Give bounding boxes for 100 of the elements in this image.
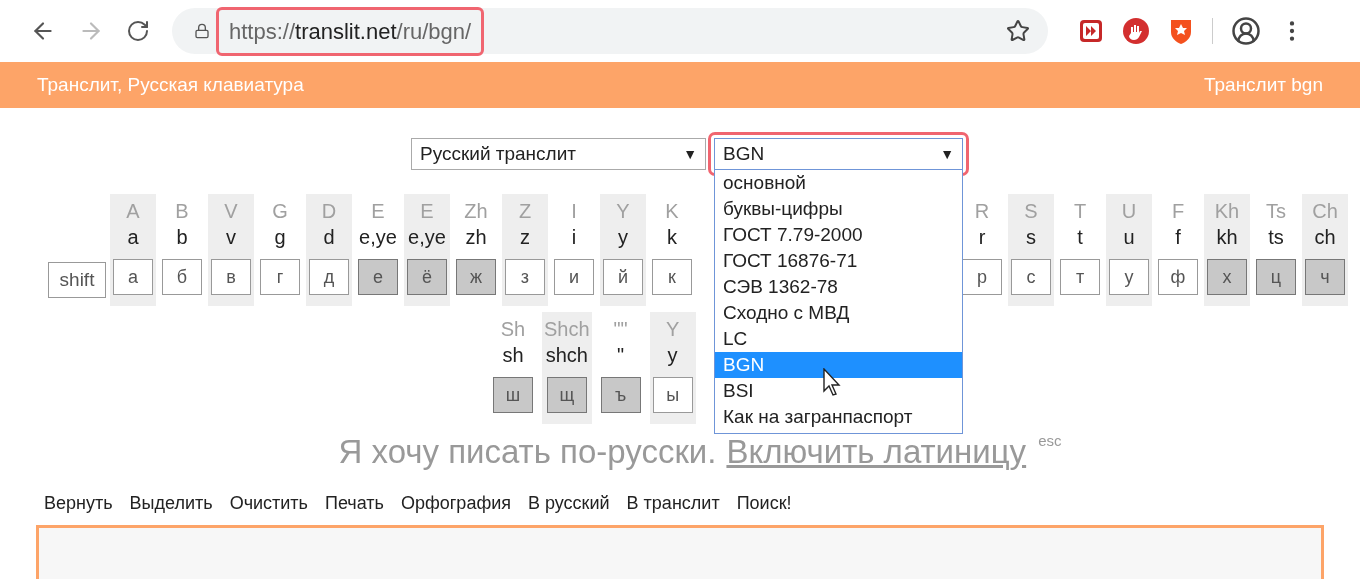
- dropdown-option[interactable]: LC: [715, 326, 962, 352]
- shift-key[interactable]: shift: [48, 262, 106, 298]
- dropdown-option[interactable]: основной: [715, 170, 962, 196]
- star-icon[interactable]: [1006, 19, 1030, 43]
- toolbar-link[interactable]: Поиск!: [736, 490, 792, 517]
- toolbar-link[interactable]: Печать: [325, 490, 384, 517]
- latin-upper: "": [613, 317, 628, 342]
- letter-key[interactable]: з: [505, 259, 545, 295]
- latin-upper: E: [371, 199, 385, 224]
- latin-lower: r: [978, 225, 986, 250]
- latin-upper: Kh: [1214, 199, 1240, 224]
- latin-lower: y: [618, 225, 628, 250]
- dropdown-option[interactable]: ГОСТ 16876-71: [715, 248, 962, 274]
- letter-key[interactable]: х: [1207, 259, 1247, 295]
- letter-key[interactable]: ц: [1256, 259, 1296, 295]
- letter-key[interactable]: ж: [456, 259, 496, 295]
- url-text: https://translit.net/ru/bgn/: [229, 18, 472, 44]
- letter-key[interactable]: а: [113, 259, 153, 295]
- letter-key[interactable]: е: [358, 259, 398, 295]
- profile-icon[interactable]: [1231, 16, 1261, 46]
- latin-upper: U: [1121, 199, 1137, 224]
- lock-icon: [194, 23, 210, 39]
- prompt-text: Я хочу писать по-русски.: [338, 432, 717, 472]
- latin-lower: s: [1026, 225, 1036, 250]
- latin-upper: Ch: [1312, 199, 1338, 224]
- letter-key[interactable]: ш: [493, 377, 533, 413]
- letter-key[interactable]: к: [652, 259, 692, 295]
- latin-upper: K: [665, 199, 679, 224]
- latin-lower: f: [1175, 225, 1181, 250]
- latin-upper: Sh: [500, 317, 526, 342]
- dropdown-option[interactable]: буквы-цифры: [715, 196, 962, 222]
- latin-lower: u: [1123, 225, 1135, 250]
- letter-key[interactable]: д: [309, 259, 349, 295]
- letter-key[interactable]: с: [1011, 259, 1051, 295]
- latin-lower: g: [274, 225, 286, 250]
- latin-lower: e,ye: [359, 225, 397, 250]
- latin-lower: t: [1077, 225, 1083, 250]
- latin-lower: ts: [1268, 225, 1284, 250]
- letter-key[interactable]: в: [211, 259, 251, 295]
- latin-lower: i: [571, 225, 577, 250]
- letter-key[interactable]: ы: [652, 377, 693, 413]
- toolbar-link[interactable]: Выделить: [129, 490, 213, 517]
- latin-upper: D: [321, 199, 337, 224]
- reload-icon[interactable]: [126, 19, 150, 43]
- letter-key[interactable]: щ: [546, 377, 587, 413]
- letter-key[interactable]: т: [1060, 259, 1100, 295]
- esc-hint: esc: [1038, 432, 1062, 450]
- letter-key[interactable]: у: [1109, 259, 1149, 295]
- latin-lower: y: [667, 343, 678, 368]
- latin-lower: sh: [502, 343, 524, 368]
- dropdown-option[interactable]: СЭВ 1362-78: [715, 274, 962, 300]
- dropdown-option[interactable]: Сходно с МВД: [715, 300, 962, 326]
- latin-upper: S: [1024, 199, 1038, 224]
- latin-upper: Zh: [464, 199, 488, 224]
- latin-lower: b: [176, 225, 188, 250]
- letter-key[interactable]: и: [554, 259, 594, 295]
- latin-upper: I: [571, 199, 577, 224]
- letter-key[interactable]: ч: [1305, 259, 1345, 295]
- latin-lower: ch: [1314, 225, 1336, 250]
- letter-key[interactable]: ф: [1158, 259, 1198, 295]
- letter-key[interactable]: б: [162, 259, 202, 295]
- latin-lower: ": [617, 343, 625, 368]
- dropdown-option[interactable]: BSI: [715, 378, 962, 404]
- latin-upper: Y: [665, 317, 680, 342]
- latin-upper: A: [126, 199, 140, 224]
- toolbar-link[interactable]: Орфография: [400, 490, 511, 517]
- letter-key[interactable]: ё: [407, 259, 447, 295]
- latin-lower: z: [520, 225, 530, 250]
- letter-key[interactable]: р: [962, 259, 1002, 295]
- select-field[interactable]: Русский транслит ▼: [411, 138, 706, 170]
- toolbar-link[interactable]: Вернуть: [44, 490, 113, 517]
- latin-upper: Z: [518, 199, 532, 224]
- hand-icon[interactable]: [1122, 17, 1150, 45]
- toolbar-link[interactable]: Очистить: [229, 490, 308, 517]
- letter-key[interactable]: й: [603, 259, 643, 295]
- latin-lower: k: [667, 225, 677, 250]
- latin-upper: Y: [616, 199, 630, 224]
- latin-upper: F: [1171, 199, 1185, 224]
- latin-lower: kh: [1216, 225, 1238, 250]
- latin-lower: shch: [545, 343, 588, 368]
- fast-forward-icon[interactable]: [1078, 18, 1104, 44]
- latin-upper: V: [224, 199, 238, 224]
- letter-key[interactable]: г: [260, 259, 300, 295]
- dropdown-option[interactable]: Как на загранпаспорт: [715, 404, 962, 430]
- latin-upper: G: [272, 199, 288, 224]
- address-bar[interactable]: https://translit.net/ru/bgn/: [172, 8, 1048, 54]
- latin-upper: Ts: [1266, 199, 1286, 224]
- toolbar-link[interactable]: В транслит: [626, 490, 720, 517]
- dropdown-option[interactable]: ГОСТ 7.79-2000: [715, 222, 962, 248]
- latin-upper: Shch: [544, 317, 590, 342]
- latin-upper: E: [420, 199, 434, 224]
- letter-key[interactable]: ъ: [600, 377, 641, 413]
- select-field[interactable]: BGN ▼: [714, 138, 963, 170]
- latin-lower: d: [323, 225, 335, 250]
- latin-lower: e,ye: [408, 225, 446, 250]
- latin-lower: a: [127, 225, 139, 250]
- cursor-icon: [823, 368, 841, 396]
- latin-upper: B: [175, 199, 189, 224]
- toolbar-link[interactable]: В русский: [528, 490, 610, 517]
- shield-icon[interactable]: [1168, 17, 1194, 45]
